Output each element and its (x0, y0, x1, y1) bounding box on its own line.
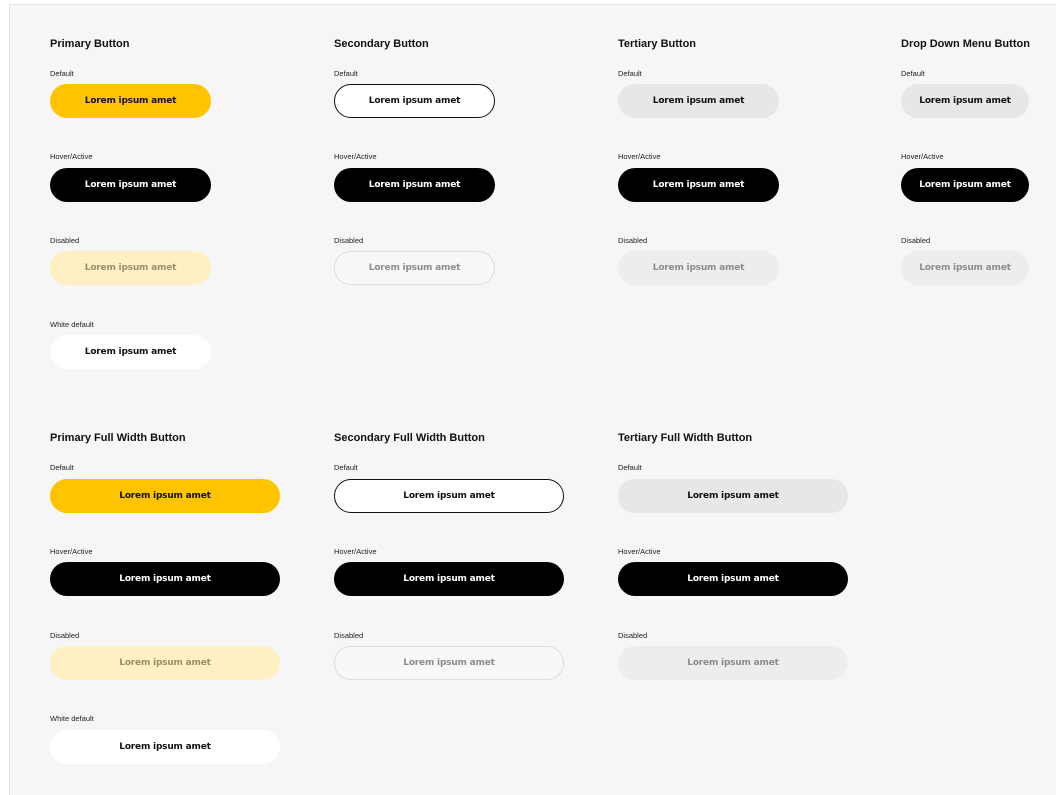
section-title-secondary-full-width: Secondary Full Width Button (334, 432, 485, 444)
secondary-button-hover[interactable]: Lorem ipsum amet (334, 168, 495, 202)
state-label-hover: Hover/Active (618, 152, 661, 161)
dropdown-button-disabled: Lorem ipsum amet (901, 251, 1029, 285)
secondary-button-disabled: Lorem ipsum amet (334, 251, 495, 285)
tertiary-button-disabled: Lorem ipsum amet (618, 251, 779, 285)
section-title-secondary-button: Secondary Button (334, 38, 429, 50)
state-label-default: Default (50, 69, 74, 78)
section-title-tertiary-button: Tertiary Button (618, 38, 697, 50)
state-label-hover: Hover/Active (50, 547, 93, 556)
primary-full-width-button-disabled: Lorem ipsum amet (50, 646, 280, 680)
state-label-default: Default (334, 69, 358, 78)
primary-full-width-button-default[interactable]: Lorem ipsum amet (50, 479, 280, 513)
state-label-disabled: Disabled (334, 631, 364, 640)
primary-button-disabled: Lorem ipsum amet (50, 251, 211, 285)
dropdown-button-default[interactable]: Lorem ipsum amet (901, 84, 1029, 118)
state-label-white-default: White default (50, 320, 94, 329)
state-label-default: Default (618, 69, 642, 78)
primary-button-white-default[interactable]: Lorem ipsum amet (50, 335, 211, 369)
secondary-full-width-button-disabled: Lorem ipsum amet (334, 646, 564, 680)
state-label-white-default: White default (50, 714, 94, 723)
section-title-primary-full-width: Primary Full Width Button (50, 432, 186, 444)
primary-button-hover[interactable]: Lorem ipsum amet (50, 168, 211, 202)
state-label-default: Default (50, 463, 74, 472)
state-label-hover: Hover/Active (50, 152, 93, 161)
primary-full-width-button-white-default[interactable]: Lorem ipsum amet (50, 730, 280, 764)
secondary-button-default[interactable]: Lorem ipsum amet (334, 84, 495, 118)
dropdown-button-hover[interactable]: Lorem ipsum amet (901, 168, 1029, 202)
state-label-hover: Hover/Active (334, 152, 377, 161)
primary-button-default[interactable]: Lorem ipsum amet (50, 84, 211, 118)
primary-full-width-button-hover[interactable]: Lorem ipsum amet (50, 562, 280, 596)
tertiary-full-width-button-default[interactable]: Lorem ipsum amet (618, 479, 848, 513)
state-label-disabled: Disabled (618, 236, 648, 245)
secondary-full-width-button-default[interactable]: Lorem ipsum amet (334, 479, 564, 513)
state-label-hover: Hover/Active (618, 547, 661, 556)
tertiary-button-default[interactable]: Lorem ipsum amet (618, 84, 779, 118)
tertiary-button-hover[interactable]: Lorem ipsum amet (618, 168, 779, 202)
state-label-hover: Hover/Active (901, 152, 944, 161)
state-label-hover: Hover/Active (334, 547, 377, 556)
tertiary-full-width-button-disabled: Lorem ipsum amet (618, 646, 848, 680)
tertiary-full-width-button-hover[interactable]: Lorem ipsum amet (618, 562, 848, 596)
state-label-disabled: Disabled (50, 631, 80, 640)
section-title-primary-button: Primary Button (50, 38, 130, 50)
state-label-default: Default (618, 463, 642, 472)
state-label-default: Default (334, 463, 358, 472)
section-title-dropdown-button: Drop Down Menu Button (901, 38, 1030, 50)
secondary-full-width-button-hover[interactable]: Lorem ipsum amet (334, 562, 564, 596)
state-label-disabled: Disabled (901, 236, 931, 245)
state-label-disabled: Disabled (50, 236, 80, 245)
state-label-default: Default (901, 69, 925, 78)
state-label-disabled: Disabled (618, 631, 648, 640)
section-title-tertiary-full-width: Tertiary Full Width Button (618, 432, 753, 444)
state-label-disabled: Disabled (334, 236, 364, 245)
